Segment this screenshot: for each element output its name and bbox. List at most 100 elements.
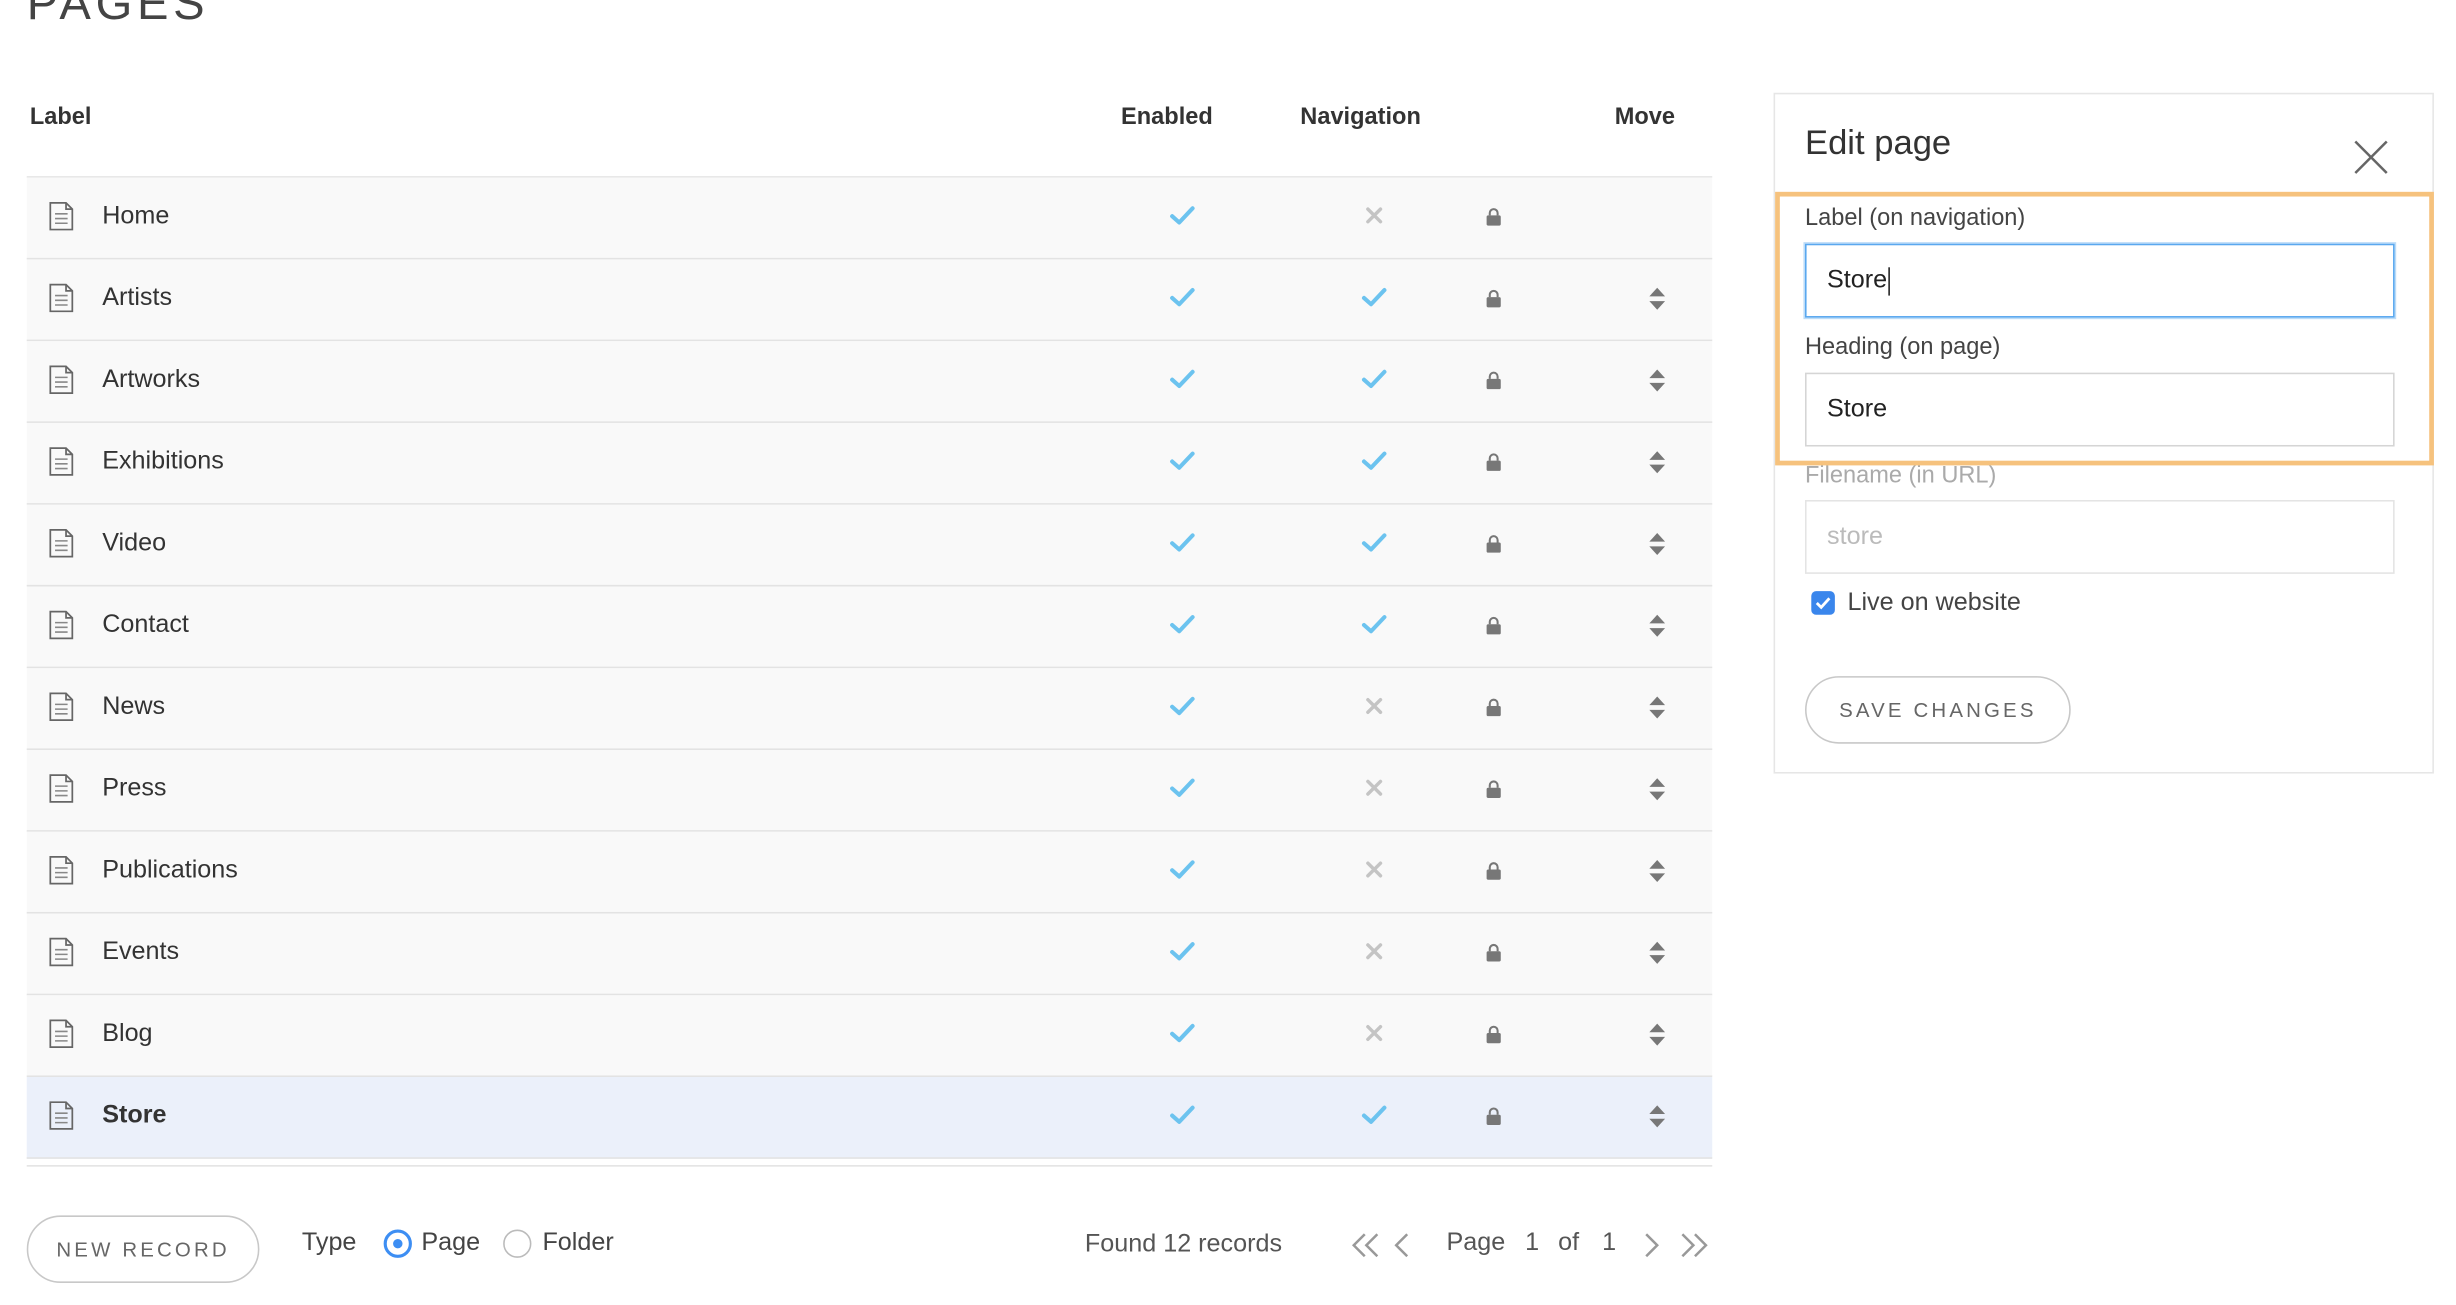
table-row[interactable]: Artworks	[26, 341, 1713, 423]
col-header-navigation[interactable]: Navigation	[1300, 104, 1421, 131]
row-label[interactable]: Events	[102, 939, 179, 967]
move-handle-icon[interactable]	[1648, 777, 1667, 802]
move-handle-icon[interactable]	[1648, 695, 1667, 720]
col-header-label[interactable]: Label	[30, 104, 92, 131]
lock-icon	[1486, 780, 1501, 798]
lock-icon	[1486, 453, 1501, 471]
enabled-check-icon[interactable]	[1170, 531, 1195, 553]
table-body: Home Artists Artworks Exhibitions Video Conta…	[26, 177, 1713, 1159]
row-label[interactable]: Artworks	[102, 366, 200, 394]
navigation-check-icon[interactable]	[1361, 1104, 1387, 1126]
row-label[interactable]: Artists	[102, 285, 172, 313]
navigation-check-icon[interactable]	[1361, 613, 1387, 635]
navigation-cross-icon[interactable]	[1362, 777, 1387, 799]
move-handle-icon[interactable]	[1648, 531, 1667, 556]
move-handle-icon[interactable]	[1648, 940, 1667, 965]
table-row[interactable]: Home	[26, 177, 1713, 260]
navigation-check-icon[interactable]	[1361, 286, 1387, 308]
heading-field-label: Heading (on page)	[1805, 333, 2001, 361]
table-row[interactable]: Video	[26, 504, 1713, 587]
row-label[interactable]: Press	[102, 775, 166, 803]
navigation-check-icon[interactable]	[1361, 531, 1387, 553]
heading-input[interactable]: Store	[1805, 372, 2395, 447]
pages-table: Label Enabled Navigation Move Home Artist…	[26, 88, 1713, 1167]
navigation-check-icon[interactable]	[1361, 368, 1387, 390]
table-row[interactable]: Press	[26, 749, 1713, 832]
row-label[interactable]: Contact	[102, 612, 189, 640]
document-icon	[49, 447, 74, 476]
next-page-icon[interactable]	[1640, 1231, 1662, 1259]
label-field-label: Label (on navigation)	[1805, 204, 2026, 232]
navigation-cross-icon[interactable]	[1362, 1022, 1387, 1044]
enabled-check-icon[interactable]	[1170, 777, 1195, 799]
lock-icon	[1486, 208, 1501, 226]
enabled-check-icon[interactable]	[1170, 940, 1195, 962]
enabled-check-icon[interactable]	[1170, 450, 1195, 472]
type-folder-radio[interactable]	[503, 1229, 532, 1258]
enabled-check-icon[interactable]	[1170, 695, 1195, 717]
lock-icon	[1486, 943, 1501, 962]
type-label: Type	[301, 1229, 357, 1257]
move-handle-icon[interactable]	[1648, 858, 1667, 883]
navigation-cross-icon[interactable]	[1362, 940, 1387, 962]
move-handle-icon[interactable]	[1648, 450, 1667, 475]
row-label[interactable]: News	[102, 693, 165, 721]
last-page-icon[interactable]	[1678, 1231, 1709, 1259]
record-count: Found 12 records	[1084, 1231, 1283, 1258]
edit-panel-title: Edit page	[1805, 122, 1952, 162]
enabled-check-icon[interactable]	[1170, 204, 1195, 226]
enabled-check-icon[interactable]	[1170, 613, 1195, 635]
table-row[interactable]: Publications	[26, 831, 1713, 914]
enabled-check-icon[interactable]	[1170, 286, 1195, 308]
live-checkbox[interactable]	[1811, 591, 1835, 615]
col-header-enabled[interactable]: Enabled	[1121, 104, 1213, 131]
navigation-cross-icon[interactable]	[1362, 858, 1387, 880]
row-label[interactable]: Exhibitions	[102, 448, 224, 476]
table-row[interactable]: Events	[26, 913, 1713, 996]
move-handle-icon[interactable]	[1648, 613, 1667, 638]
close-icon[interactable]	[2352, 138, 2390, 176]
enabled-check-icon[interactable]	[1170, 1022, 1195, 1044]
navigation-check-icon[interactable]	[1361, 450, 1387, 472]
navigation-cross-icon[interactable]	[1362, 695, 1387, 717]
table-row[interactable]: Exhibitions	[26, 422, 1713, 505]
type-folder-label[interactable]: Folder	[542, 1230, 613, 1258]
table-row[interactable]: News	[26, 668, 1713, 750]
document-icon	[49, 283, 74, 313]
type-page-radio[interactable]	[383, 1229, 412, 1258]
enabled-check-icon[interactable]	[1170, 368, 1195, 390]
row-label[interactable]: Blog	[102, 1020, 152, 1048]
app-stage: PAGES Label Enabled Navigation Move Home…	[0, 0, 2456, 1305]
navigation-cross-icon[interactable]	[1362, 204, 1387, 226]
new-record-button[interactable]: NEW RECORD	[26, 1215, 260, 1283]
row-label[interactable]: Store	[102, 1102, 166, 1130]
move-handle-icon[interactable]	[1648, 368, 1667, 393]
filename-input[interactable]: store	[1805, 499, 2395, 574]
document-icon	[49, 529, 74, 558]
move-handle-icon[interactable]	[1648, 286, 1667, 311]
save-changes-button[interactable]: SAVE CHANGES	[1805, 676, 2071, 744]
move-handle-icon[interactable]	[1648, 1022, 1667, 1047]
table-row[interactable]: Blog	[26, 995, 1713, 1078]
enabled-check-icon[interactable]	[1170, 1104, 1195, 1126]
enabled-check-icon[interactable]	[1170, 858, 1195, 880]
row-label[interactable]: Home	[102, 203, 169, 231]
move-handle-icon[interactable]	[1648, 1104, 1667, 1129]
table-row[interactable]: Artists	[26, 259, 1713, 342]
table-row[interactable]: Contact	[26, 586, 1713, 669]
row-label[interactable]: Publications	[102, 857, 238, 885]
document-icon	[49, 1019, 74, 1049]
row-label[interactable]: Video	[102, 530, 166, 558]
first-page-icon[interactable]	[1351, 1231, 1382, 1259]
page-current[interactable]: 1	[1525, 1230, 1539, 1258]
table-row[interactable]: Store	[26, 1077, 1713, 1159]
lock-icon	[1486, 1025, 1501, 1044]
document-icon	[49, 692, 74, 721]
prev-page-icon[interactable]	[1391, 1231, 1413, 1259]
type-page-label[interactable]: Page	[421, 1230, 480, 1258]
label-input[interactable]: Store	[1805, 243, 2395, 318]
filename-field-label: Filename (in URL)	[1805, 462, 1997, 489]
lock-icon	[1486, 698, 1501, 717]
text-caret	[1888, 266, 1891, 296]
live-checkbox-label[interactable]: Live on website	[1847, 590, 2020, 618]
